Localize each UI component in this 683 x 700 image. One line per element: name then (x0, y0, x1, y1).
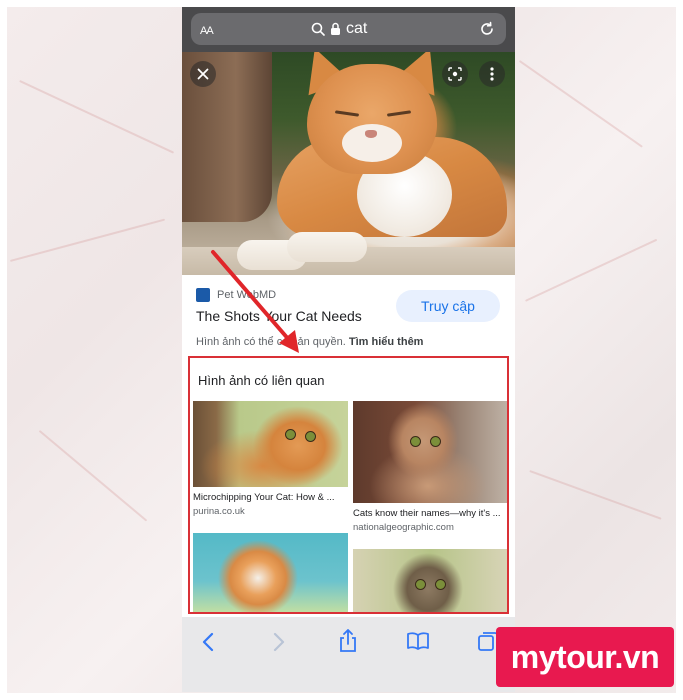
lens-button[interactable] (442, 61, 468, 87)
address-bar[interactable]: AA cat (191, 13, 506, 45)
related-thumbnail[interactable] (353, 549, 507, 612)
bookmarks-icon[interactable] (406, 631, 430, 651)
search-icon (311, 22, 325, 36)
close-icon (197, 68, 209, 80)
cat-eye (430, 436, 441, 447)
mytour-watermark: mytour.vn (496, 627, 674, 687)
cat-nose (365, 130, 377, 138)
browser-topbar: AA cat (182, 6, 515, 52)
related-thumbnail[interactable] (353, 401, 507, 503)
related-images-section: Hình ảnh có liên quan Microchipping Your… (188, 356, 509, 614)
more-options-button[interactable] (479, 61, 505, 87)
related-card[interactable] (353, 549, 507, 612)
cat-eye (410, 436, 421, 447)
learn-more-link[interactable]: Tìm hiểu thêm (349, 336, 424, 348)
close-button[interactable] (190, 61, 216, 87)
reload-icon[interactable] (478, 20, 496, 38)
marble-vein (38, 430, 148, 522)
marble-vein (19, 80, 175, 154)
more-vert-icon (490, 67, 494, 81)
related-thumbnail[interactable] (193, 533, 348, 612)
lock-icon (331, 22, 340, 35)
cat-eye (415, 579, 426, 590)
related-card-title: Microchipping Your Cat: How & ... (193, 492, 335, 503)
cat-eye (305, 431, 316, 442)
related-card-domain: purina.co.uk (193, 506, 245, 517)
browser-toolbar (182, 617, 515, 692)
text-size-button[interactable]: AA (200, 21, 214, 38)
related-card-domain: nationalgeographic.com (353, 522, 454, 533)
cat-eye (285, 429, 296, 440)
related-card[interactable] (193, 533, 348, 612)
marble-vein (10, 218, 166, 262)
related-card[interactable]: Cats know their names—why it's ... natio… (353, 401, 507, 533)
related-card[interactable]: Microchipping Your Cat: How & ... purina… (193, 401, 348, 517)
share-icon[interactable] (338, 629, 358, 653)
annotation-arrow (211, 250, 299, 353)
lens-icon (448, 67, 462, 81)
back-icon[interactable] (201, 631, 215, 653)
marble-vein (529, 470, 662, 520)
forward-icon[interactable] (272, 631, 286, 653)
cat-eye (435, 579, 446, 590)
marble-vein (525, 238, 658, 302)
marble-vein (518, 60, 643, 148)
related-thumbnail[interactable] (193, 401, 348, 487)
related-heading: Hình ảnh có liên quan (198, 373, 325, 388)
related-card-title: Cats know their names—why it's ... (353, 508, 501, 519)
url-text: cat (346, 20, 368, 37)
visit-button[interactable]: Truy cập (396, 290, 500, 322)
url-display[interactable]: cat (311, 20, 367, 38)
